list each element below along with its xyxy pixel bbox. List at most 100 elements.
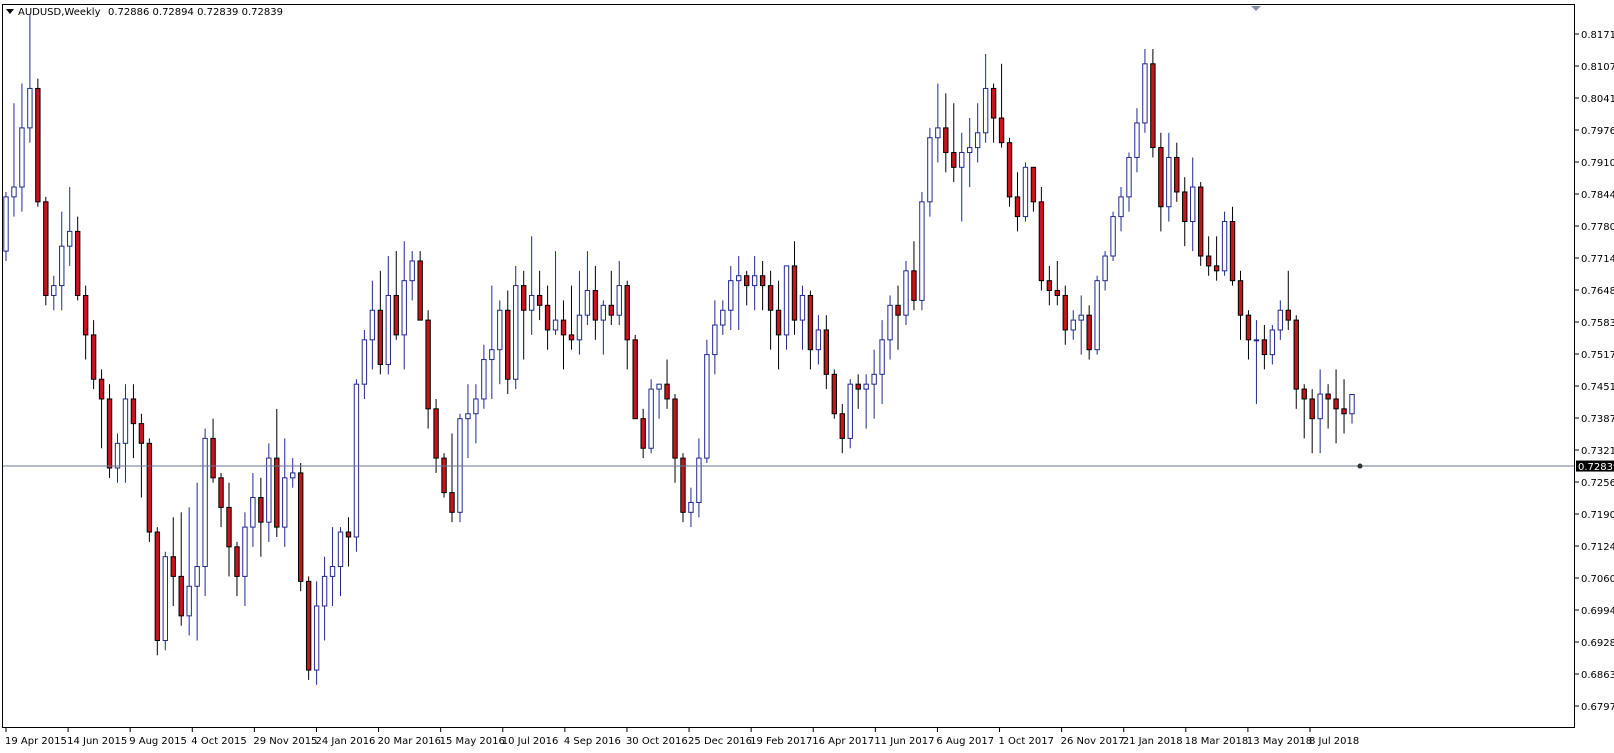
- candle-body: [648, 388, 654, 449]
- candle: [361, 329, 368, 399]
- candle: [767, 270, 774, 350]
- chart-window[interactable]: AUDUSD,Weekly 0.72886 0.72894 0.72839 0.…: [0, 0, 1614, 753]
- candle-body: [409, 260, 415, 282]
- chart-frame: [2, 4, 1575, 728]
- candle-body: [51, 285, 57, 296]
- candle: [106, 384, 113, 478]
- candle: [51, 275, 57, 311]
- candle: [1205, 236, 1212, 276]
- candle: [385, 256, 391, 375]
- price-tick-label: 0.80410: [1581, 94, 1614, 105]
- candle-body: [59, 245, 65, 287]
- candle: [815, 315, 822, 365]
- candle-body: [1261, 339, 1268, 356]
- candle-body: [1158, 147, 1164, 208]
- candle-body: [632, 339, 638, 420]
- candle-body: [911, 270, 917, 301]
- candle-body: [959, 152, 965, 168]
- candle: [337, 527, 344, 597]
- candle: [377, 270, 384, 375]
- candle: [839, 403, 845, 454]
- candle: [1261, 325, 1268, 370]
- candle: [1078, 295, 1084, 355]
- candle-body: [465, 413, 471, 420]
- candle-body: [90, 334, 97, 380]
- candle-body: [98, 378, 105, 400]
- price-tick-label: 0.79765: [1581, 126, 1614, 137]
- candle: [616, 260, 622, 326]
- candle-body: [1277, 309, 1284, 331]
- ohlc-values: 0.72886 0.72894 0.72839 0.72839: [108, 7, 283, 18]
- candle-body: [329, 566, 336, 577]
- candle-body: [528, 294, 535, 311]
- candle-body: [775, 309, 782, 336]
- candle: [1349, 394, 1355, 424]
- candle-body: [736, 275, 742, 282]
- candle: [74, 216, 81, 301]
- candle: [1158, 132, 1164, 232]
- candle-body: [43, 201, 49, 296]
- candle-body: [313, 605, 320, 671]
- candle-body: [728, 280, 734, 311]
- candle-body: [106, 398, 113, 469]
- candle: [831, 369, 837, 419]
- symbol-menu-icon[interactable]: [6, 9, 14, 14]
- candle: [1190, 157, 1196, 252]
- candle-body: [74, 230, 81, 296]
- candle: [688, 487, 694, 528]
- candle: [1006, 137, 1013, 207]
- candle: [393, 251, 399, 340]
- candle-body: [855, 383, 861, 390]
- candle-body: [759, 275, 766, 287]
- candle-body: [1213, 265, 1220, 272]
- candle-body: [982, 87, 989, 134]
- chart-shift-icon[interactable]: [1251, 6, 1261, 11]
- candle-body: [297, 472, 304, 582]
- candle-body: [552, 319, 559, 331]
- time-tick-label: 21 Jan 2018: [1123, 736, 1183, 747]
- candlestick-chart[interactable]: AUDUSD,Weekly 0.72886 0.72894 0.72839 0.…: [0, 0, 1614, 753]
- candle-body: [266, 457, 272, 523]
- candle: [1245, 310, 1252, 360]
- candle: [35, 78, 41, 207]
- candle: [791, 241, 798, 335]
- candle: [11, 103, 17, 217]
- candle-body: [3, 196, 9, 252]
- candle-body: [720, 309, 726, 326]
- price-tick-label: 0.79105: [1581, 158, 1614, 169]
- time-tick-label: 10 Jul 2016: [502, 736, 559, 747]
- candle: [513, 265, 519, 390]
- candle: [353, 379, 360, 552]
- price-tick-label: 0.72565: [1581, 478, 1614, 489]
- candle-body: [82, 294, 89, 336]
- candle-body: [1022, 166, 1029, 218]
- candle-body: [1197, 186, 1204, 257]
- candle: [1285, 270, 1291, 330]
- candle-body: [688, 501, 694, 513]
- candle-body: [1150, 63, 1156, 149]
- time-tick-label: 24 Jan 2016: [315, 736, 375, 747]
- candle: [321, 556, 328, 641]
- candle: [266, 443, 272, 542]
- candle: [982, 53, 989, 143]
- candle: [274, 408, 280, 537]
- candle-body: [361, 339, 368, 385]
- candle: [497, 300, 503, 385]
- price-tick-label: 0.68635: [1581, 670, 1614, 681]
- candle: [632, 334, 638, 420]
- candle-body: [258, 497, 264, 523]
- candle-body: [1046, 280, 1053, 292]
- candle-body: [887, 304, 893, 341]
- candle: [1341, 379, 1347, 434]
- candle: [1309, 389, 1315, 454]
- candle-body: [1110, 216, 1116, 257]
- price-tick-label: 0.74515: [1581, 382, 1614, 393]
- candle: [967, 118, 973, 188]
- time-tick-label: 4 Sep 2016: [564, 736, 621, 747]
- candle-body: [242, 526, 248, 577]
- candle: [138, 413, 145, 498]
- candle: [489, 285, 495, 399]
- time-tick-label: 18 Mar 2018: [1185, 736, 1248, 747]
- candle: [417, 251, 423, 321]
- price-tick-label: 0.69280: [1581, 638, 1614, 649]
